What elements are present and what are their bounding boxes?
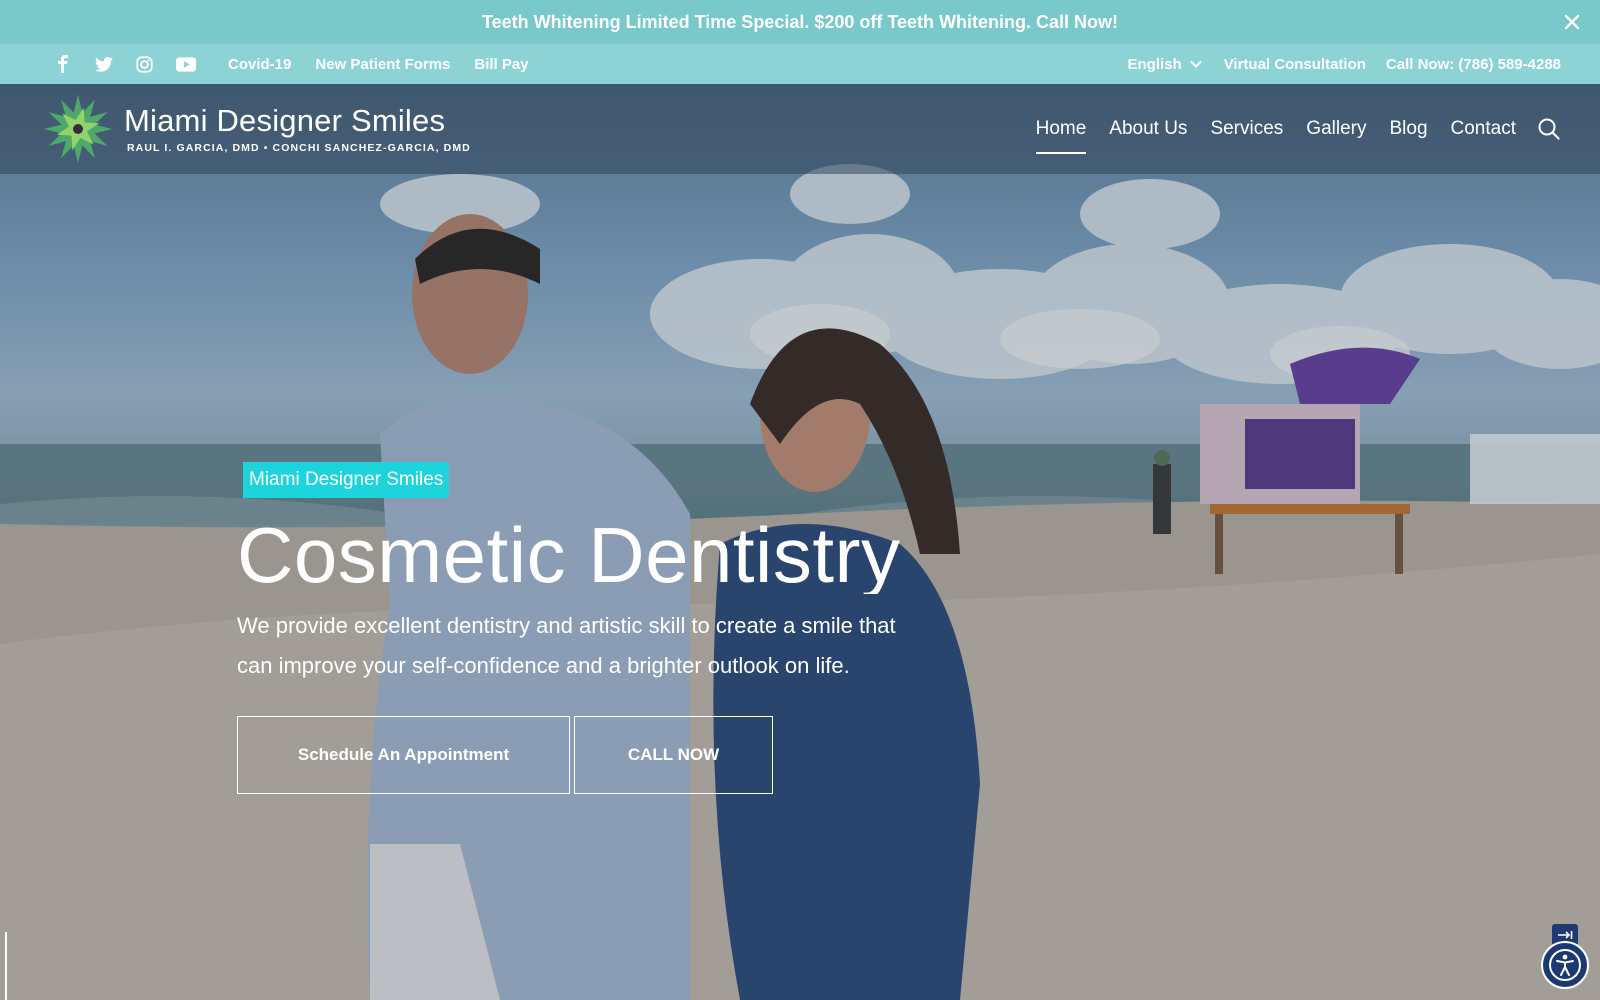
logo-name: Miami Designer Smiles <box>124 102 446 138</box>
utility-right: English Virtual Consultation Call Now: (… <box>1128 56 1561 73</box>
flower-logo-icon <box>44 95 112 163</box>
nav-about-us[interactable]: About Us <box>1109 112 1187 146</box>
virtual-consultation-link[interactable]: Virtual Consultation <box>1224 56 1366 73</box>
chevron-down-icon <box>1189 60 1202 68</box>
hero-headline: Cosmetic Dentistry <box>237 516 901 594</box>
twitter-icon[interactable] <box>83 44 124 84</box>
search-icon[interactable] <box>1538 118 1560 140</box>
accessibility-icon[interactable] <box>1541 941 1589 989</box>
announcement-text[interactable]: Teeth Whitening Limited Time Special. $2… <box>482 12 1118 33</box>
language-select[interactable]: English <box>1128 56 1202 73</box>
hero-tagline: Miami Designer Smiles <box>243 462 450 498</box>
schedule-appointment-button[interactable]: Schedule An Appointment <box>237 716 570 794</box>
nav-menu: Home About Us Services Gallery Blog Cont… <box>1013 112 1560 154</box>
hero-content: Miami Designer Smiles Cosmetic Dentistry… <box>237 462 927 794</box>
social-links <box>42 44 206 84</box>
hero-description: We provide excellent dentistry and artis… <box>237 613 896 678</box>
nav-gallery[interactable]: Gallery <box>1306 112 1366 146</box>
new-patient-forms-link[interactable]: New Patient Forms <box>315 56 450 73</box>
instagram-icon[interactable] <box>124 44 165 84</box>
bill-pay-link[interactable]: Bill Pay <box>474 56 528 73</box>
announcement-bar: Teeth Whitening Limited Time Special. $2… <box>0 0 1600 44</box>
nav-home[interactable]: Home <box>1035 112 1086 154</box>
nav-blog[interactable]: Blog <box>1389 112 1427 146</box>
logo-text: Miami Designer Smiles RAUL I. GARCIA, DM… <box>124 105 471 154</box>
logo[interactable]: Miami Designer Smiles RAUL I. GARCIA, DM… <box>40 93 471 165</box>
youtube-icon[interactable] <box>165 44 206 84</box>
main-nav: Miami Designer Smiles RAUL I. GARCIA, DM… <box>0 84 1600 174</box>
nav-contact[interactable]: Contact <box>1451 112 1516 146</box>
call-now-link[interactable]: Call Now: (786) 589-4288 <box>1386 56 1561 73</box>
language-label: English <box>1127 55 1182 73</box>
utility-bar: Covid-19 New Patient Forms Bill Pay Engl… <box>0 44 1600 84</box>
logo-subtitle: RAUL I. GARCIA, DMD • CONCHI SANCHEZ-GAR… <box>127 141 471 154</box>
close-icon[interactable] <box>1558 8 1586 36</box>
nav-services[interactable]: Services <box>1210 112 1283 146</box>
utility-links: Covid-19 New Patient Forms Bill Pay <box>228 56 553 73</box>
facebook-icon[interactable] <box>42 44 83 84</box>
call-now-button[interactable]: CALL NOW <box>574 716 773 794</box>
covid-link[interactable]: Covid-19 <box>228 56 291 73</box>
hero-ctas: Schedule An Appointment CALL NOW <box>237 716 927 794</box>
scroll-indicator <box>5 932 7 1000</box>
